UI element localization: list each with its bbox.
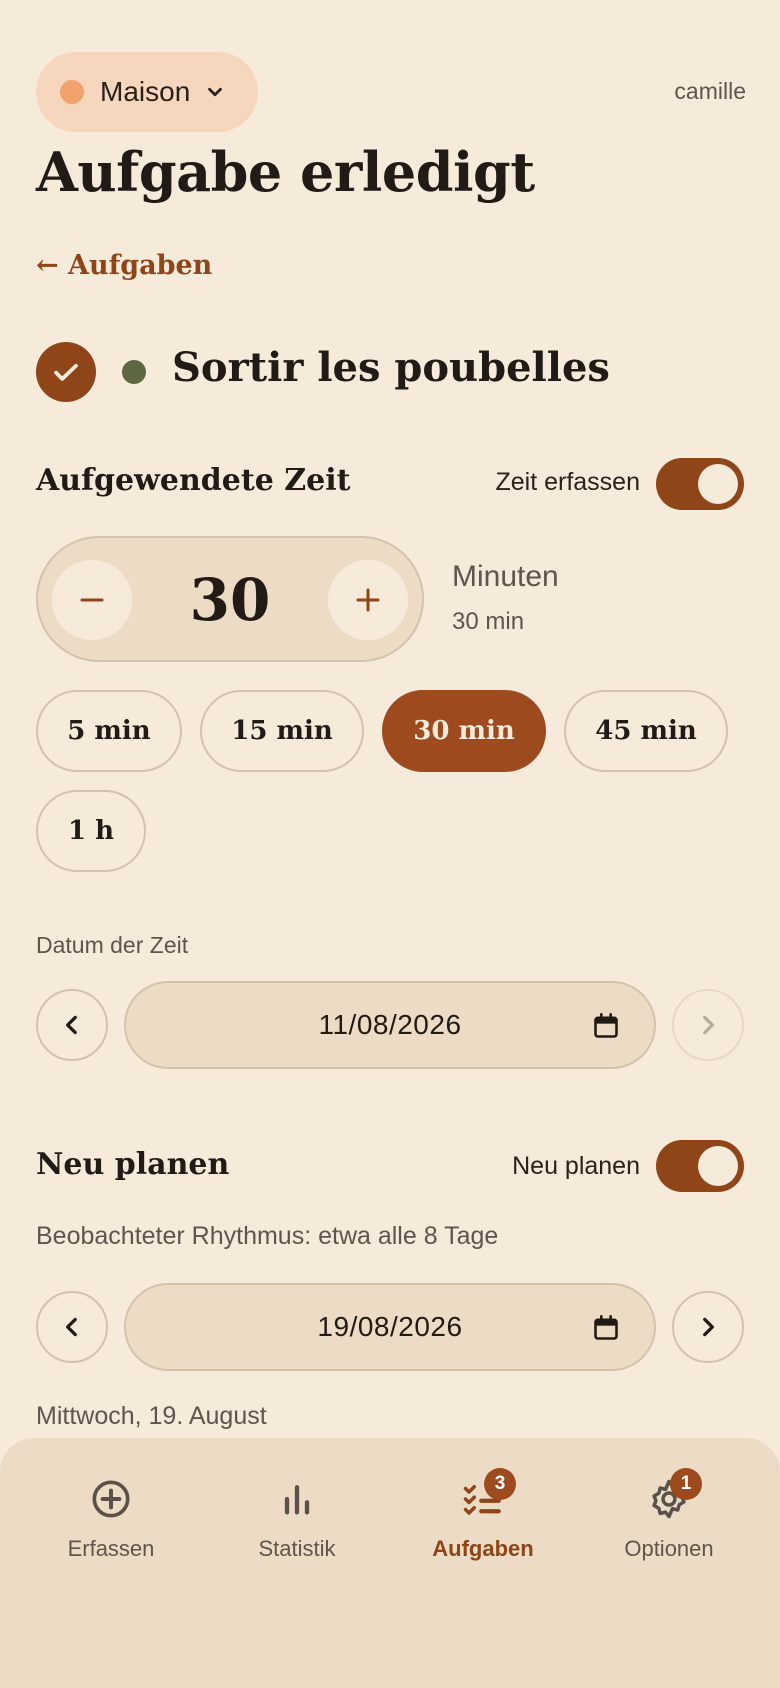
bottom-navigation: Erfassen Statistik 3 Aufgaben 1 Optionen — [0, 1438, 780, 1688]
time-date-label: Datum der Zeit — [36, 932, 189, 958]
minutes-stepper: 30 — [36, 536, 424, 662]
nav-item-statistik[interactable]: Statistik — [204, 1474, 390, 1562]
house-color-dot — [60, 80, 84, 104]
chip-30-min[interactable]: 30 min — [382, 690, 546, 772]
nav-item-aufgaben[interactable]: 3 Aufgaben — [390, 1468, 576, 1562]
task-done-checkbox[interactable] — [36, 342, 96, 402]
reschedule-section-title: Neu planen — [36, 1147, 230, 1182]
rhythm-text: Beobachteter Rhythmus: etwa alle 8 Tage — [36, 1222, 499, 1250]
reschedule-prev-button[interactable] — [36, 1291, 108, 1363]
task-name: Sortir les poubelles — [172, 344, 610, 391]
reschedule-date-input[interactable]: 19/08/2026 — [124, 1283, 656, 1371]
house-name: Maison — [100, 76, 191, 107]
toggle-knob — [698, 1146, 738, 1186]
reschedule-date-value: 19/08/2026 — [317, 1311, 463, 1342]
options-count-badge: 1 — [670, 1468, 702, 1500]
calendar-icon[interactable] — [592, 1012, 620, 1040]
nav-item-erfassen[interactable]: Erfassen — [18, 1474, 204, 1562]
check-icon — [54, 363, 78, 381]
calendar-icon[interactable] — [592, 1314, 620, 1342]
house-selector[interactable]: Maison — [36, 52, 258, 132]
unit-summary: 30 min — [452, 608, 525, 635]
page-title: Aufgabe erledigt — [36, 140, 535, 204]
time-date-next-button[interactable] — [672, 989, 744, 1061]
time-date-value: 11/08/2026 — [318, 1009, 462, 1040]
nav-label: Aufgaben — [432, 1536, 534, 1561]
time-toggle[interactable] — [656, 458, 744, 510]
toggle-knob — [698, 464, 738, 504]
bar-chart-icon — [284, 1485, 310, 1515]
chip-45-min[interactable]: 45 min — [564, 690, 728, 772]
reschedule-toggle-label: Neu planen — [512, 1152, 640, 1180]
nav-label: Optionen — [624, 1536, 714, 1561]
nav-item-optionen[interactable]: 1 Optionen — [576, 1468, 762, 1562]
weekday-text: Mittwoch, 19. August — [36, 1402, 267, 1430]
plus-icon — [356, 588, 380, 612]
nav-label: Statistik — [258, 1536, 336, 1561]
time-section-title: Aufgewendete Zeit — [36, 463, 351, 498]
chevron-right-icon — [703, 1317, 714, 1337]
chip-1-h[interactable]: 1 h — [36, 790, 146, 872]
unit-label: Minuten — [452, 560, 559, 593]
chevron-down-icon — [208, 87, 223, 97]
time-toggle-label: Zeit erfassen — [495, 468, 640, 496]
back-to-tasks-link[interactable]: ← Aufgaben — [36, 250, 212, 281]
reschedule-next-button[interactable] — [672, 1291, 744, 1363]
task-color-dot — [122, 360, 146, 384]
chevron-right-icon — [703, 1015, 714, 1035]
chip-15-min[interactable]: 15 min — [200, 690, 364, 772]
tasks-count-badge: 3 — [484, 1468, 516, 1500]
increment-button[interactable] — [328, 560, 408, 640]
chevron-left-icon — [66, 1015, 77, 1035]
nav-label: Erfassen — [67, 1536, 155, 1561]
reschedule-toggle[interactable] — [656, 1140, 744, 1192]
chip-5-min[interactable]: 5 min — [36, 690, 182, 772]
time-date-prev-button[interactable] — [36, 989, 108, 1061]
user-name[interactable]: camille — [674, 78, 746, 105]
chevron-left-icon — [66, 1317, 77, 1337]
plus-circle-icon — [92, 1480, 130, 1518]
time-date-input[interactable]: 11/08/2026 — [124, 981, 656, 1069]
